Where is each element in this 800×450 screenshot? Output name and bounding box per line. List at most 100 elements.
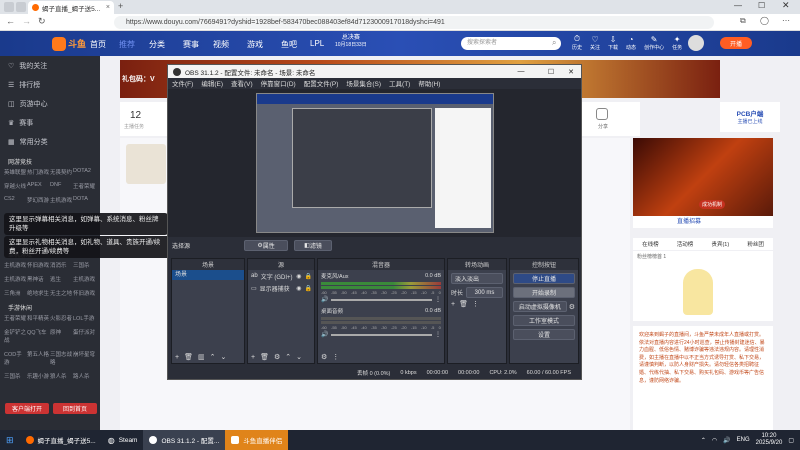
channel-menu-icon[interactable]: ⋮ <box>435 331 441 338</box>
sidebar-category-item[interactable]: 无主之地 <box>50 289 73 297</box>
filters-button[interactable]: ◧ 滤镜 <box>294 240 333 251</box>
menu-tools[interactable]: 工具(T) <box>389 78 410 88</box>
nav-home[interactable]: 首页 <box>90 39 106 50</box>
taskbar-item-steam[interactable]: ◍ Steam <box>102 430 144 450</box>
extensions-icon[interactable]: ⧉ <box>740 16 746 26</box>
share-icon[interactable] <box>596 108 608 120</box>
mixer-menu-icon[interactable]: ⋮ <box>332 353 339 361</box>
taskbar-item-browser[interactable]: 蝎子直播_蝎子送5... <box>20 430 102 450</box>
tab-online-rank[interactable]: 在线榜 <box>642 240 659 248</box>
nav-events[interactable]: 赛事 <box>183 39 199 50</box>
scene-item[interactable]: 场景 <box>172 270 244 280</box>
scene-filters-icon[interactable]: ▥ <box>198 353 205 361</box>
sidebar-category-item[interactable]: 狼人杀 <box>50 372 73 380</box>
maximize-icon[interactable]: ☐ <box>758 1 765 10</box>
transition-select[interactable]: 淡入淡出 <box>451 273 503 284</box>
obs-close-icon[interactable]: ✕ <box>561 68 581 76</box>
sidebar-category-item[interactable]: APEX <box>27 182 50 190</box>
sidebar-category-item[interactable]: 绝地求生 <box>27 289 50 297</box>
sidebar-category-item[interactable]: 和平精英 <box>27 314 50 322</box>
side-video-preview[interactable]: 成功机制 <box>633 138 773 216</box>
menu-file[interactable]: 文件(F) <box>172 78 193 88</box>
sidebar-category-item[interactable]: 黑神话 <box>27 275 50 283</box>
menu-view[interactable]: 查看(V) <box>231 78 253 88</box>
sidebar-category-item[interactable]: 穿越火线 <box>4 182 27 190</box>
speaker-icon[interactable]: 🔊 <box>321 331 328 338</box>
sidebar-category-item[interactable]: CS2 <box>4 196 27 204</box>
search-icon[interactable]: ⌕ <box>552 38 556 48</box>
sidebar-category-item[interactable]: 路人杀 <box>73 372 96 380</box>
virtual-camera-button[interactable]: 启动虚拟摄像机 <box>513 301 567 312</box>
tray-expand-icon[interactable]: ⌃ <box>701 437 706 444</box>
sidebar-category-item[interactable]: 消消乐 <box>50 261 73 269</box>
douyu-logo[interactable]: 斗鱼 <box>52 36 86 51</box>
delete-source-icon[interactable]: 🗑 <box>260 353 269 361</box>
sidebar-category-item[interactable]: 主机游戏 <box>50 196 73 204</box>
add-scene-icon[interactable]: + <box>175 354 179 361</box>
search-input[interactable]: 搜索探索者 <box>461 37 561 50</box>
studio-mode-button[interactable]: 工作室模式 <box>513 315 575 326</box>
back-icon[interactable]: ← <box>6 16 15 26</box>
nav-recommend[interactable]: 推荐 <box>119 39 135 50</box>
start-recording-button[interactable]: 开始录制 <box>513 287 575 298</box>
sidebar-category-item[interactable]: QQ飞车 <box>27 328 50 344</box>
nav-fishbar[interactable]: 鱼吧 <box>281 39 297 50</box>
close-window-icon[interactable]: ✕ <box>782 0 790 11</box>
sidebar-category-item[interactable]: 怀旧游戏 <box>27 261 50 269</box>
windows-start-icon[interactable]: ⊞ <box>0 430 20 450</box>
taskbar-item-companion[interactable]: 斗鱼直播伴侣 <box>225 430 289 450</box>
taskbar-item-obs[interactable]: OBS 31.1.2 - 配置... <box>143 430 226 450</box>
sidebar-item-rank[interactable]: ☰ 排行榜 <box>0 75 100 94</box>
sidebar-category-item[interactable]: 金铲铲之战 <box>4 328 27 344</box>
sidebar-category-item[interactable]: 乐趣小游 <box>27 372 50 380</box>
sidebar-category-item[interactable]: DNF <box>50 182 73 190</box>
sidebar-item-events[interactable]: ♛ 赛事 <box>0 113 100 132</box>
move-down-icon[interactable]: ⌄ <box>220 353 226 361</box>
menu-edit[interactable]: 编辑(E) <box>201 78 223 88</box>
menu-docks[interactable]: 停靠窗口(D) <box>261 78 296 88</box>
forward-icon[interactable]: → <box>22 16 31 26</box>
sidebar-category-item[interactable]: 崩坏星穹 <box>73 350 96 366</box>
sidebar-item-common[interactable]: ▦ 常用分类 <box>0 132 100 151</box>
feed-button[interactable]: ◔ 动态 <box>626 35 636 51</box>
nav-finals-badge[interactable]: 总决赛 10月18日33日 <box>335 35 367 49</box>
sidebar-item-following[interactable]: ♡ 我的关注 <box>0 56 100 75</box>
profile-icon[interactable]: ◯ <box>760 16 769 25</box>
streamer-card[interactable] <box>126 144 166 184</box>
source-item[interactable]: ab 文字 (GDI+) ◉ 🔒 <box>248 270 314 282</box>
sidebar-category-item[interactable]: 原神 <box>50 328 73 344</box>
reload-icon[interactable]: ↻ <box>38 16 46 27</box>
nav-video[interactable]: 视频 <box>213 39 229 50</box>
sidebar-category-item[interactable]: 主机游戏 <box>4 275 27 283</box>
browser-tab[interactable]: 蝎子直播_蝎子送5... × <box>28 1 114 14</box>
open-client-button[interactable]: 客户端打开 <box>5 403 49 414</box>
download-button[interactable]: ⇩ 下载 <box>608 35 618 51</box>
sidebar-category-item[interactable]: 梦幻西游 <box>27 196 50 204</box>
virtual-camera-settings-icon[interactable]: ⚙ <box>569 303 575 311</box>
new-tab-icon[interactable]: + <box>118 1 123 11</box>
sidebar-item-webgames[interactable]: ◫ 页游中心 <box>0 94 100 113</box>
tab-fanclub[interactable]: 粉丝团 <box>747 240 764 248</box>
source-properties-icon[interactable]: ⚙ <box>274 353 280 361</box>
mixer-settings-icon[interactable]: ⚙ <box>321 353 327 361</box>
go-live-button[interactable]: 开播 <box>720 37 752 49</box>
sidebar-category-item[interactable]: 第五人格 <box>27 350 50 366</box>
tab-groups-icon[interactable] <box>16 2 26 12</box>
volume-slider[interactable] <box>331 333 432 336</box>
history-button[interactable]: ⏱ 历史 <box>572 34 582 51</box>
sidebar-category-item[interactable]: DOTA2 <box>73 168 96 176</box>
sidebar-category-item[interactable]: 无畏契约 <box>50 168 73 176</box>
volume-slider[interactable] <box>331 298 432 301</box>
lock-icon[interactable]: 🔒 <box>305 285 314 292</box>
notification-icon[interactable]: ▢ <box>788 437 794 444</box>
minimize-icon[interactable]: — <box>734 1 742 10</box>
source-item[interactable]: ▭ 显示器捕获 ◉ 🔒 <box>248 282 314 294</box>
back-home-button[interactable]: 回到首页 <box>53 403 97 414</box>
obs-minimize-icon[interactable]: — <box>501 68 541 75</box>
sidebar-category-item[interactable]: 主机游戏 <box>73 275 96 283</box>
pcb-promo[interactable]: PCB户端 主播已上线 <box>720 102 780 132</box>
avatar[interactable] <box>688 35 704 51</box>
menu-help[interactable]: 帮助(H) <box>418 78 440 88</box>
sidebar-category-item[interactable]: LOL手游 <box>73 314 96 322</box>
follow-button[interactable]: ♡ 关注 <box>590 35 600 51</box>
